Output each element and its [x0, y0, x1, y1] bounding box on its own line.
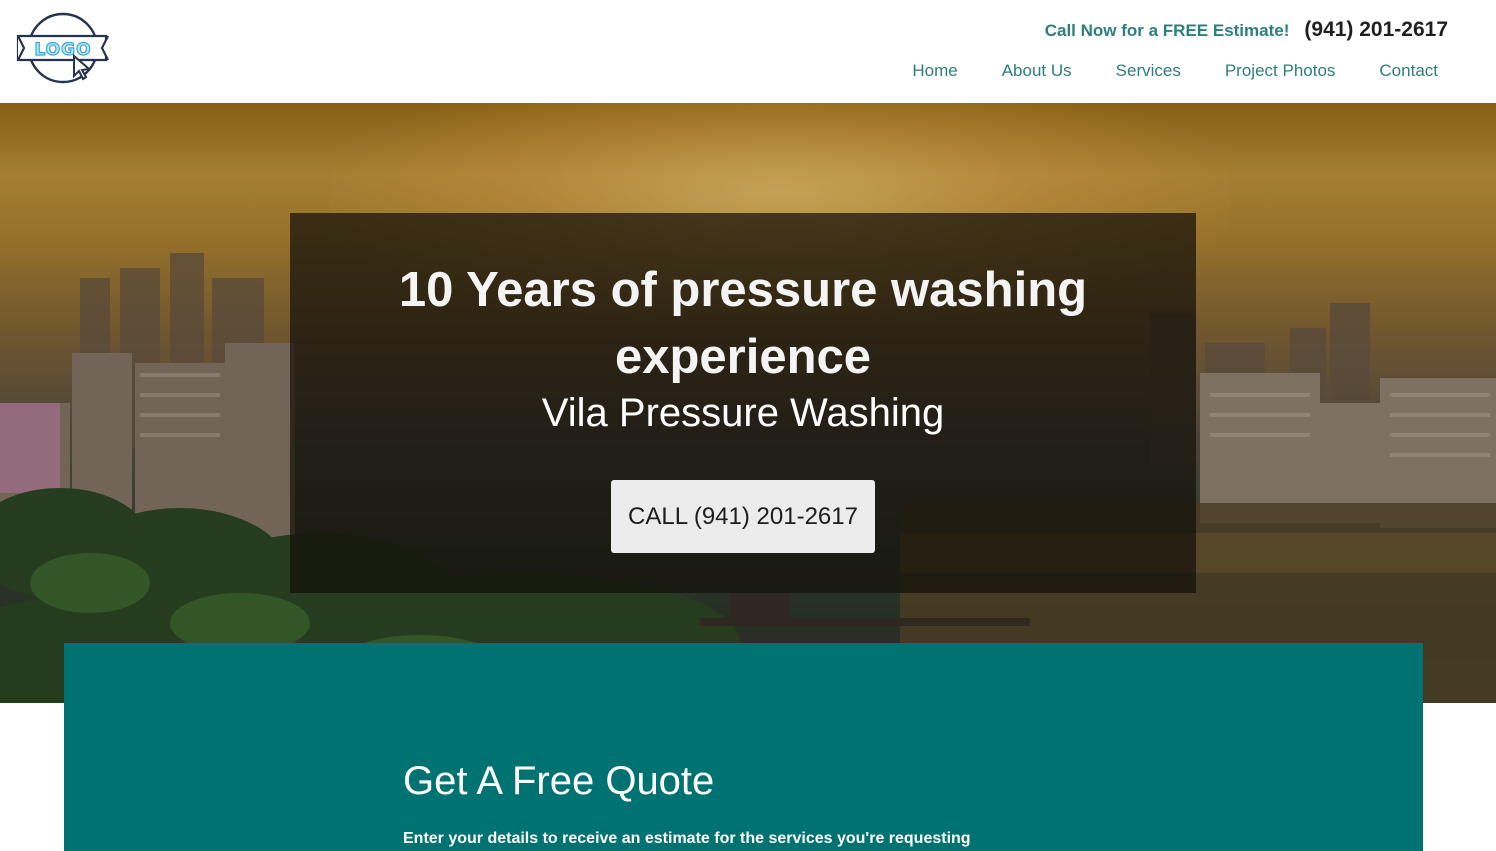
nav-contact[interactable]: Contact [1379, 61, 1438, 81]
call-button[interactable]: CALL (941) 201-2617 [611, 480, 875, 553]
nav-about-us[interactable]: About Us [1002, 61, 1072, 81]
hero-title: 10 Years of pressure washing experience [398, 263, 1088, 384]
logo[interactable]: LOGO [16, 12, 112, 88]
nav-project-photos[interactable]: Project Photos [1225, 61, 1336, 81]
svg-text:LOGO: LOGO [34, 40, 91, 60]
quote-section: Get A Free Quote Enter your details to r… [64, 643, 1423, 851]
header-cta: Call Now for a FREE Estimate! (941) 201-… [1045, 18, 1448, 42]
hero-subtitle: Vila Pressure Washing [541, 391, 945, 435]
site-header: LOGO Call Now for a FREE Estimate! (941)… [0, 0, 1496, 103]
main-nav: Home About Us Services Project Photos Co… [912, 61, 1438, 81]
cta-text: Call Now for a FREE Estimate! [1044, 21, 1290, 40]
hero-section: 10 Years of pressure washing experience … [0, 103, 1496, 703]
hero-panel: 10 Years of pressure washing experience … [290, 213, 1196, 593]
quote-description: Enter your details to receive an estimat… [403, 830, 971, 847]
nav-services[interactable]: Services [1116, 61, 1181, 81]
quote-title: Get A Free Quote [403, 759, 715, 803]
header-phone-link[interactable]: (941) 201-2617 [1304, 18, 1448, 42]
nav-home[interactable]: Home [912, 61, 957, 81]
